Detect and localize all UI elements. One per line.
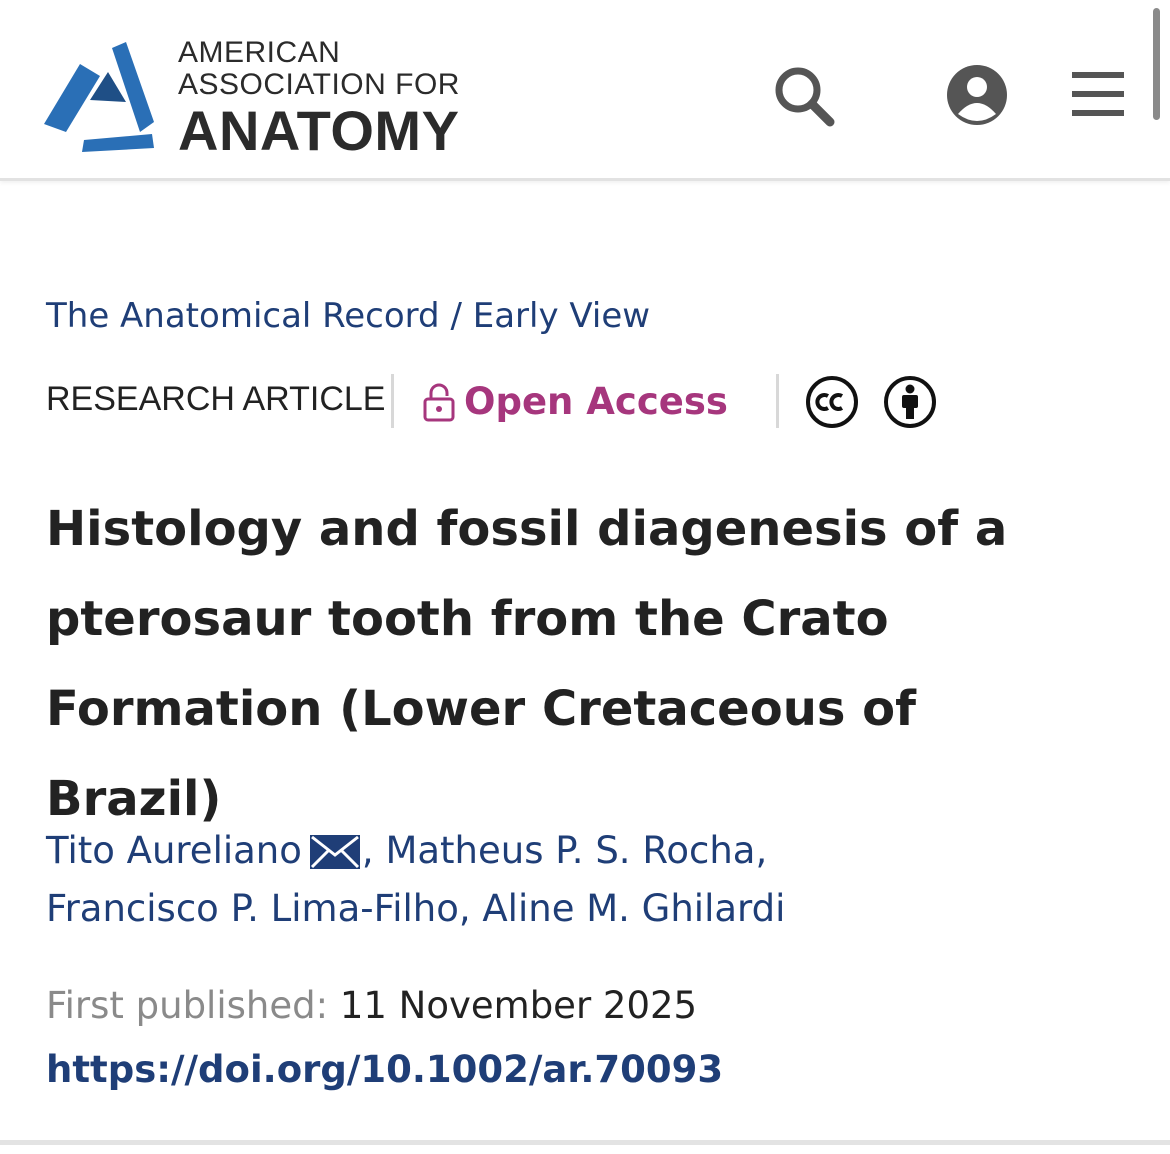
article-title-line: Histology and fossil diagenesis of a bbox=[46, 501, 1008, 557]
breadcrumb-journal-link[interactable]: The Anatomical Record bbox=[46, 296, 440, 336]
first-published-date: 11 November 2025 bbox=[339, 984, 698, 1027]
mail-icon[interactable] bbox=[309, 835, 360, 869]
meta-divider bbox=[776, 374, 779, 428]
lock-icon bbox=[423, 383, 455, 422]
article-title-line: Formation (Lower Cretaceous of Brazil) bbox=[46, 681, 917, 827]
search-icon bbox=[775, 67, 835, 127]
hamburger-menu-icon bbox=[1072, 72, 1124, 116]
publication-info: First published: 11 November 2025 bbox=[46, 984, 697, 1027]
author-separator: , bbox=[361, 829, 374, 872]
scrollbar[interactable] bbox=[1153, 8, 1160, 120]
attribution-icon[interactable] bbox=[882, 374, 938, 430]
site-header: AMERICAN ASSOCIATION FOR ANATOMY bbox=[0, 0, 1170, 181]
cc-icon[interactable] bbox=[804, 374, 860, 430]
first-published-label: First published: bbox=[46, 984, 329, 1027]
breadcrumb-separator: / bbox=[439, 296, 473, 336]
article-title: Histology and fossil diagenesis of a pte… bbox=[46, 484, 1106, 844]
account-icon bbox=[947, 65, 1007, 125]
aaa-logo[interactable]: AMERICAN ASSOCIATION FOR ANATOMY bbox=[42, 38, 482, 159]
author-separator: , bbox=[458, 887, 471, 930]
breadcrumb-section-link[interactable]: Early View bbox=[473, 296, 650, 336]
doi-link[interactable]: https://doi.org/10.1002/ar.70093 bbox=[46, 1048, 723, 1091]
logo-line-american: AMERICAN bbox=[178, 36, 341, 69]
author-link[interactable]: Matheus P. S. Rocha bbox=[385, 829, 755, 872]
author-separator: , bbox=[755, 829, 768, 872]
logo-wordmark: AMERICAN ASSOCIATION FOR ANATOMY bbox=[178, 38, 460, 159]
open-access-label: Open Access bbox=[464, 380, 728, 423]
author-link[interactable]: Tito Aureliano bbox=[46, 829, 302, 872]
logo-line-anatomy: ANATOMY bbox=[178, 99, 460, 162]
article-type-label: RESEARCH ARTICLE bbox=[46, 380, 386, 418]
author-list: Tito Aureliano , Matheus P. S. Rocha, Fr… bbox=[46, 822, 1106, 938]
author-link[interactable]: Aline M. Ghilardi bbox=[482, 887, 785, 930]
breadcrumb: The Anatomical Record / Early View bbox=[46, 296, 650, 336]
article-meta-row: RESEARCH ARTICLE Open Access bbox=[46, 372, 1046, 430]
author-link[interactable]: Francisco P. Lima-Filho bbox=[46, 887, 459, 930]
aaa-triangle-logo-icon bbox=[44, 42, 154, 152]
menu-button[interactable] bbox=[1068, 66, 1130, 122]
search-button[interactable] bbox=[772, 64, 838, 128]
article-title-line: pterosaur tooth from the Crato bbox=[46, 591, 889, 647]
logo-line-association: ASSOCIATION FOR bbox=[178, 68, 460, 101]
section-divider bbox=[0, 1140, 1170, 1145]
account-button[interactable] bbox=[944, 62, 1010, 128]
meta-divider bbox=[391, 374, 394, 428]
